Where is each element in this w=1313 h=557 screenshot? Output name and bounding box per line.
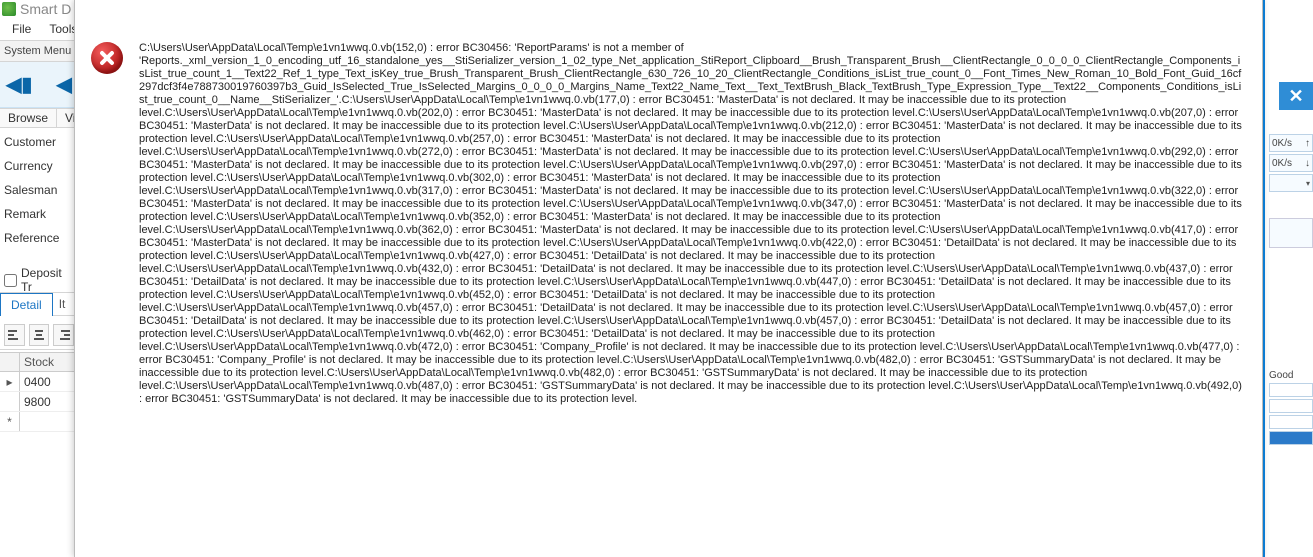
app-title-bar: Smart D [0, 0, 74, 18]
system-menu[interactable]: System Menu [0, 40, 74, 62]
error-dialog: C:\Users\User\AppData\Local\Temp\e1vn1ww… [74, 0, 1263, 557]
grid-col-stock[interactable]: Stock [20, 353, 74, 371]
grid-cell[interactable]: 9800 [20, 392, 74, 411]
right-border-accent [1263, 0, 1265, 557]
menu-bar: File Tools [0, 18, 74, 40]
error-message: C:\Users\User\AppData\Local\Temp\e1vn1ww… [139, 42, 1244, 406]
window-close-button[interactable]: ✕ [1279, 82, 1313, 110]
label-reference: Reference [0, 226, 74, 250]
net-down: 0K/s [1272, 158, 1292, 169]
mode-strip: Browse Vie [0, 108, 74, 128]
grid-row-indicator [0, 392, 20, 411]
tab-items[interactable]: It [55, 293, 70, 315]
nav-prev-icon[interactable]: ◀ [56, 72, 71, 97]
error-icon [91, 42, 123, 74]
grid: Stock ▸0400 9800 * [0, 352, 74, 432]
align-center-icon[interactable] [29, 324, 50, 346]
label-salesman: Salesman [0, 178, 74, 202]
field-labels: Customer Currency Salesman Remark Refere… [0, 130, 74, 250]
align-right-icon[interactable] [53, 324, 74, 346]
right-field[interactable] [1269, 399, 1313, 413]
right-goods-panel: Good [1269, 370, 1313, 445]
menu-file[interactable]: File [12, 22, 31, 36]
deposit-checkbox[interactable] [4, 274, 17, 287]
grid-cell[interactable]: 0400 [20, 372, 74, 391]
right-goods-label: Good [1269, 370, 1313, 381]
grid-row-new: * [0, 412, 20, 431]
right-field-selected[interactable] [1269, 431, 1313, 445]
nav-buttons: ◀▮ ◀ [0, 62, 74, 108]
align-toolbar [0, 320, 74, 350]
align-left-icon[interactable] [4, 324, 25, 346]
tab-detail[interactable]: Detail [0, 293, 53, 316]
grid-corner [0, 353, 20, 371]
right-field[interactable] [1269, 415, 1313, 429]
nav-first-icon[interactable]: ◀▮ [6, 72, 32, 97]
label-remark: Remark [0, 202, 74, 226]
net-dropdown[interactable] [1269, 174, 1313, 192]
mode-browse[interactable]: Browse [0, 109, 57, 127]
app-logo-icon [2, 2, 16, 16]
app-title: Smart D [20, 1, 71, 17]
tab-strip: Detail It [0, 292, 74, 316]
label-currency: Currency [0, 154, 74, 178]
net-meter: 0K/s↑ 0K/s↓ [1269, 134, 1313, 192]
right-panel-box [1269, 218, 1313, 248]
label-customer: Customer [0, 130, 74, 154]
right-field[interactable] [1269, 383, 1313, 397]
deposit-label: Deposit Tr [21, 266, 74, 294]
grid-row-indicator: ▸ [0, 372, 20, 391]
grid-cell[interactable] [20, 412, 74, 431]
net-up: 0K/s [1272, 138, 1292, 149]
deposit-row: Deposit Tr [0, 270, 74, 290]
